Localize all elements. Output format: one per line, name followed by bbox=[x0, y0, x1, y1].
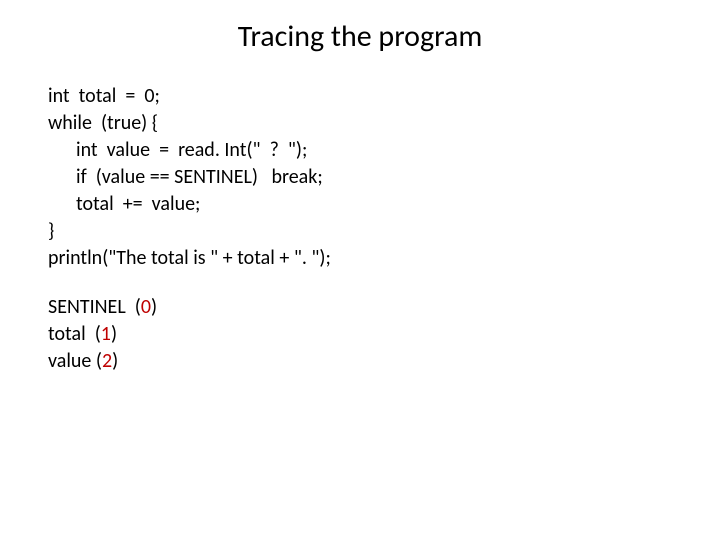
trace-2-suffix: ) bbox=[111, 322, 117, 346]
trace-1-prefix: SENTINEL ( bbox=[48, 295, 141, 319]
code-line-1: int total = 0; bbox=[48, 83, 720, 110]
spacer bbox=[48, 272, 720, 294]
trace-3-prefix: value ( bbox=[48, 349, 102, 373]
code-line-5: total += value; bbox=[48, 191, 720, 218]
code-line-2: while (true) { bbox=[48, 110, 720, 137]
code-line-7: println("The total is " + total + ". "); bbox=[48, 245, 720, 272]
slide-title: Tracing the program bbox=[0, 18, 720, 55]
trace-2-prefix: total ( bbox=[48, 322, 101, 346]
trace-line-3: value (2) bbox=[48, 348, 720, 375]
slide-body: int total = 0; while (true) { int value … bbox=[0, 83, 720, 375]
trace-2-value: 1 bbox=[101, 322, 111, 346]
trace-1-suffix: ) bbox=[151, 295, 157, 319]
slide: Tracing the program int total = 0; while… bbox=[0, 0, 720, 540]
trace-line-1: SENTINEL (0) bbox=[48, 294, 720, 321]
trace-3-suffix: ) bbox=[112, 349, 118, 373]
trace-3-value: 2 bbox=[102, 349, 112, 373]
code-line-6: } bbox=[48, 218, 720, 245]
code-line-3: int value = read. Int(" ? "); bbox=[48, 137, 720, 164]
code-line-4: if (value == SENTINEL) break; bbox=[48, 164, 720, 191]
trace-line-2: total (1) bbox=[48, 321, 720, 348]
trace-1-value: 0 bbox=[141, 295, 151, 319]
